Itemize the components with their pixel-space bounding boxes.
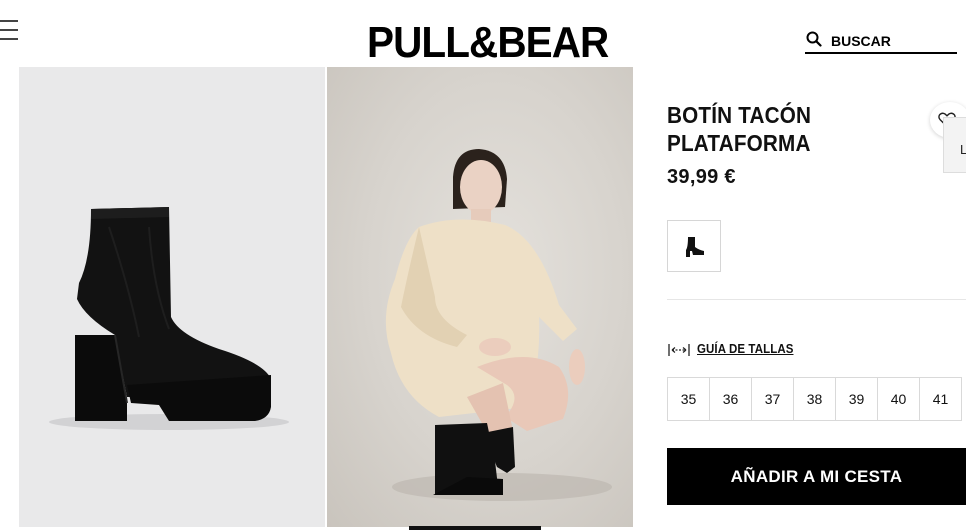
size-option[interactable]: 40 [877, 377, 920, 421]
product-title-line2: PLATAFORMA [667, 130, 811, 156]
ruler-icon [668, 344, 690, 356]
product-title-line1: BOTÍN TACÓN [667, 102, 812, 128]
product-image-boot[interactable] [19, 67, 325, 527]
search-icon[interactable] [806, 31, 822, 47]
size-option[interactable]: 38 [793, 377, 836, 421]
size-option[interactable]: 35 [667, 377, 710, 421]
divider [667, 299, 966, 300]
size-option[interactable]: 37 [751, 377, 794, 421]
boot-icon [686, 237, 704, 257]
brand-logo[interactable]: PULL&BEAR [367, 20, 609, 66]
size-option[interactable]: 39 [835, 377, 878, 421]
search-bar[interactable] [805, 30, 957, 54]
size-selector: 35 36 37 38 39 40 41 [667, 377, 962, 421]
size-option[interactable]: 41 [919, 377, 962, 421]
product-image-model[interactable] [327, 67, 633, 527]
hamburger-icon [0, 20, 18, 22]
side-tab[interactable]: L [943, 117, 966, 173]
model-photo [385, 149, 612, 501]
product-price: 39,99 € [667, 166, 736, 188]
size-option[interactable]: 36 [709, 377, 752, 421]
menu-button[interactable] [0, 20, 18, 42]
image-scroll-indicator [409, 526, 541, 530]
boot-photo [49, 207, 289, 430]
size-guide-label[interactable]: GUÍA DE TALLAS [697, 342, 793, 356]
search-input[interactable] [831, 32, 951, 50]
add-to-cart-button[interactable]: AÑADIR A MI CESTA [667, 448, 966, 505]
color-swatch-black[interactable] [667, 220, 721, 272]
product-title: BOTÍN TACÓN PLATAFORMA [667, 101, 883, 157]
